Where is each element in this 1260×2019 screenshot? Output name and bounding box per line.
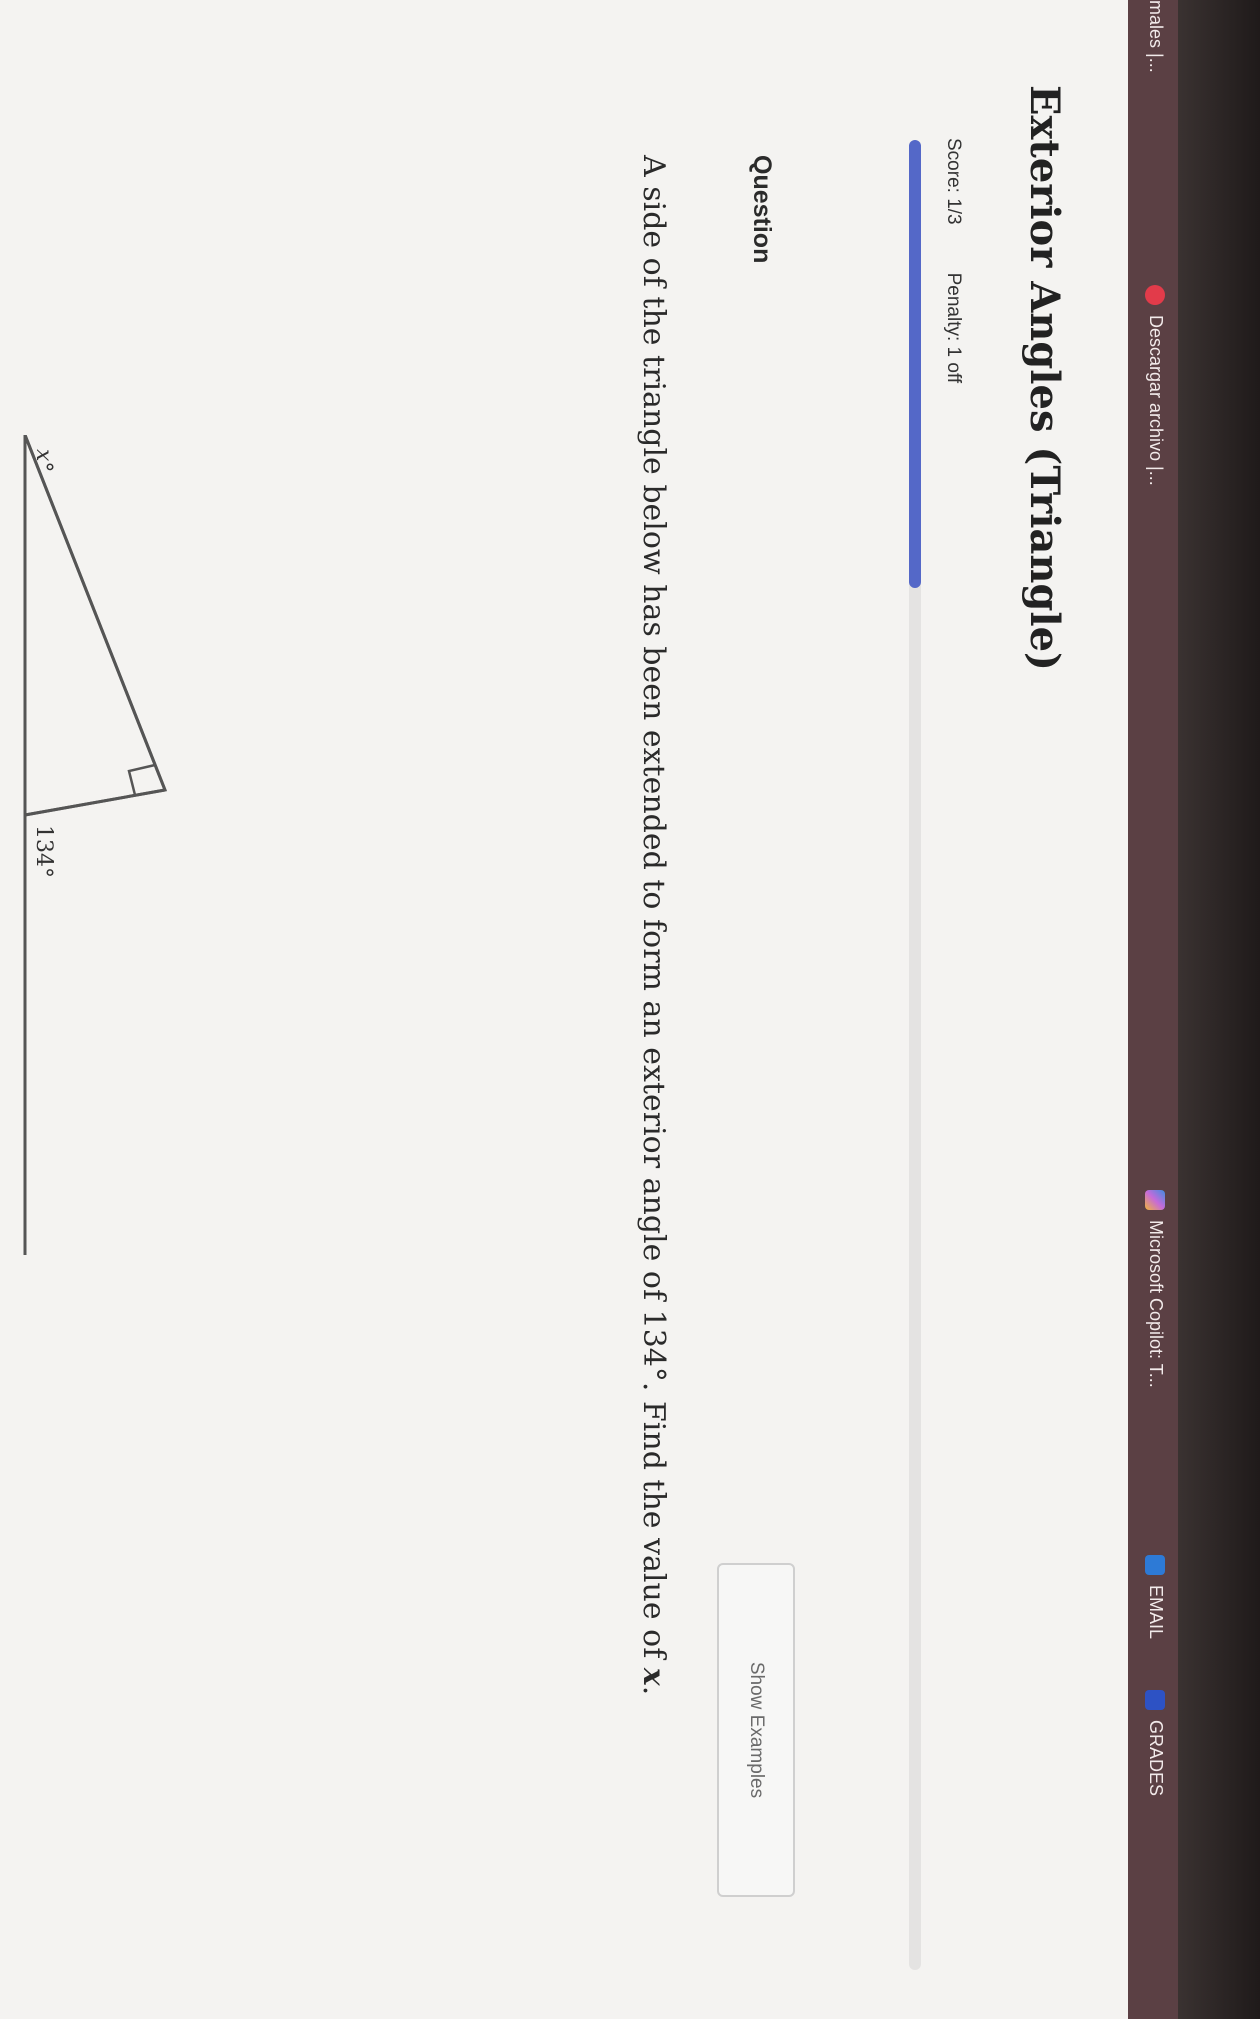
question-heading: Question — [748, 155, 776, 264]
score-row: Score: 1/3 Penalty: 1 off — [942, 138, 964, 383]
exterior-angle-value: 134° — [636, 1309, 671, 1382]
triangle-diagram: x° 134° — [23, 435, 168, 1255]
download-icon — [1145, 285, 1166, 305]
question-text: A side of the triangle below has been ex… — [626, 155, 680, 1915]
triangle-side-right-angle — [23, 435, 167, 791]
grades-icon — [1145, 1690, 1166, 1710]
progress-fill — [909, 140, 921, 589]
angle-label-x: x° — [31, 449, 56, 472]
show-examples-button[interactable]: Show Examples — [717, 1563, 795, 1897]
bookmark-grades[interactable]: GRADES — [1145, 1690, 1166, 1796]
bookmark-label: Microsoft Copilot: T... — [1146, 1220, 1166, 1388]
bookmarks-bar: males |... Descargar archivo |... Micros… — [1128, 0, 1178, 2019]
right-angle-marker — [127, 763, 156, 796]
bookmark-label: Descargar archivo |... — [1146, 315, 1166, 486]
bookmark-truncated[interactable]: males |... — [1145, 0, 1166, 73]
triangle-side-top — [24, 788, 166, 817]
question-text-part: A side of the triangle below has been ex… — [636, 155, 671, 1310]
progress-bar — [909, 140, 921, 1970]
bookmark-email[interactable]: EMAIL — [1145, 1555, 1166, 1639]
angle-label-134: 134° — [31, 825, 56, 878]
bookmark-label: GRADES — [1146, 1720, 1166, 1797]
variable-x: x — [636, 1667, 671, 1686]
copilot-icon — [1145, 1190, 1166, 1210]
bookmark-label: males |... — [1146, 0, 1166, 73]
penalty-text: Penalty: 1 off — [943, 272, 964, 384]
question-text-end: . — [636, 1685, 671, 1696]
page-title: Exterior Angles (Triangle) — [1021, 85, 1068, 671]
bookmark-descargar-archivo[interactable]: Descargar archivo |... — [1145, 285, 1166, 486]
bookmark-microsoft-copilot[interactable]: Microsoft Copilot: T... — [1145, 1190, 1166, 1388]
question-text-part: . Find the value of — [636, 1381, 671, 1668]
email-icon — [1145, 1555, 1166, 1575]
browser-window: males |... Descargar archivo |... Micros… — [0, 0, 1178, 2019]
score-text: Score: 1/3 — [943, 138, 964, 225]
bookmark-label: EMAIL — [1146, 1585, 1166, 1640]
screen-bezel — [1178, 0, 1260, 2019]
